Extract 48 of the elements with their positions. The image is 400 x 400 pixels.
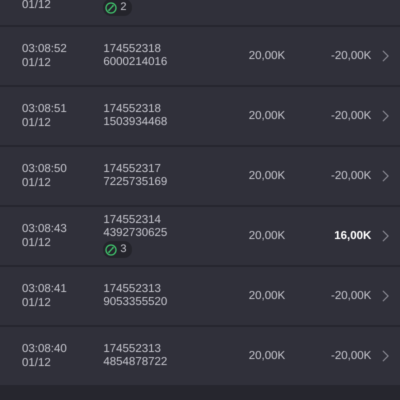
slash-circle-icon: [105, 244, 118, 256]
reference-number: 7225735169: [103, 176, 168, 189]
order-number: 174552318: [103, 43, 161, 56]
reference-number: 6000214016: [103, 56, 168, 69]
time-text: 03:08:51: [22, 102, 67, 116]
order-number: 174552313: [103, 283, 161, 296]
time-text: 03:08:50: [22, 162, 67, 176]
transaction-row[interactable]: 03:08:50 01/12 174552317 7225735169 20,00K -20,00K: [0, 147, 400, 205]
result-text: -20,00K: [331, 170, 372, 182]
date-text: 01/12: [22, 56, 51, 70]
reference-number: 9053355520: [103, 296, 168, 309]
result-text: 16,00K: [334, 230, 372, 242]
result-text: -20,00K: [331, 290, 372, 302]
transaction-row[interactable]: 03:08:40 01/12 174552313 4854878722 20,00K -20,00K: [0, 327, 400, 385]
slash-circle-icon: [105, 2, 118, 14]
order-number: 174552318: [103, 103, 161, 116]
amount-text: 20,00K: [248, 350, 286, 362]
reference-number: 1503934468: [103, 116, 168, 129]
date-text: 01/12: [22, 356, 51, 370]
transaction-row[interactable]: 01/12 2: [0, 0, 400, 25]
date-text: 01/12: [22, 116, 51, 130]
date-text: 01/12: [22, 176, 51, 190]
transaction-row[interactable]: 03:08:43 01/12 174552314 4392730625 3 20,00K 16,00K: [0, 207, 400, 265]
time-text: 03:08:40: [22, 342, 67, 356]
amount-text: 20,00K: [248, 110, 286, 122]
count-badge: 2: [103, 0, 132, 16]
amount-text: 20,00K: [248, 170, 286, 182]
count-badge: 3: [103, 241, 132, 258]
reference-number: 4854878722: [103, 356, 168, 369]
amount-text: 20,00K: [248, 50, 286, 62]
result-text: -20,00K: [331, 350, 372, 362]
amount-text: 20,00K: [248, 230, 286, 242]
date-text: 01/12: [22, 0, 51, 12]
order-number: 174552317: [103, 163, 161, 176]
time-text: 03:08:41: [22, 282, 67, 296]
order-number: 174552314: [103, 214, 161, 227]
transaction-row[interactable]: 03:08:52 01/12 174552318 6000214016 20,00K -20,00K: [0, 27, 400, 85]
transaction-row[interactable]: 03:08:41 01/12 174552313 9053355520 20,00K -20,00K: [0, 267, 400, 325]
date-text: 01/12: [22, 236, 51, 250]
time-text: 03:08:52: [22, 42, 67, 56]
result-text: -20,00K: [331, 110, 372, 122]
date-text: 01/12: [22, 296, 51, 310]
reference-number: 4392730625: [103, 227, 168, 240]
transaction-row[interactable]: 03:08:51 01/12 174552318 1503934468 20,00K -20,00K: [0, 87, 400, 145]
result-text: -20,00K: [331, 50, 372, 62]
time-text: 03:08:43: [22, 222, 67, 236]
amount-text: 20,00K: [248, 290, 286, 302]
order-number: 174552313: [103, 343, 161, 356]
